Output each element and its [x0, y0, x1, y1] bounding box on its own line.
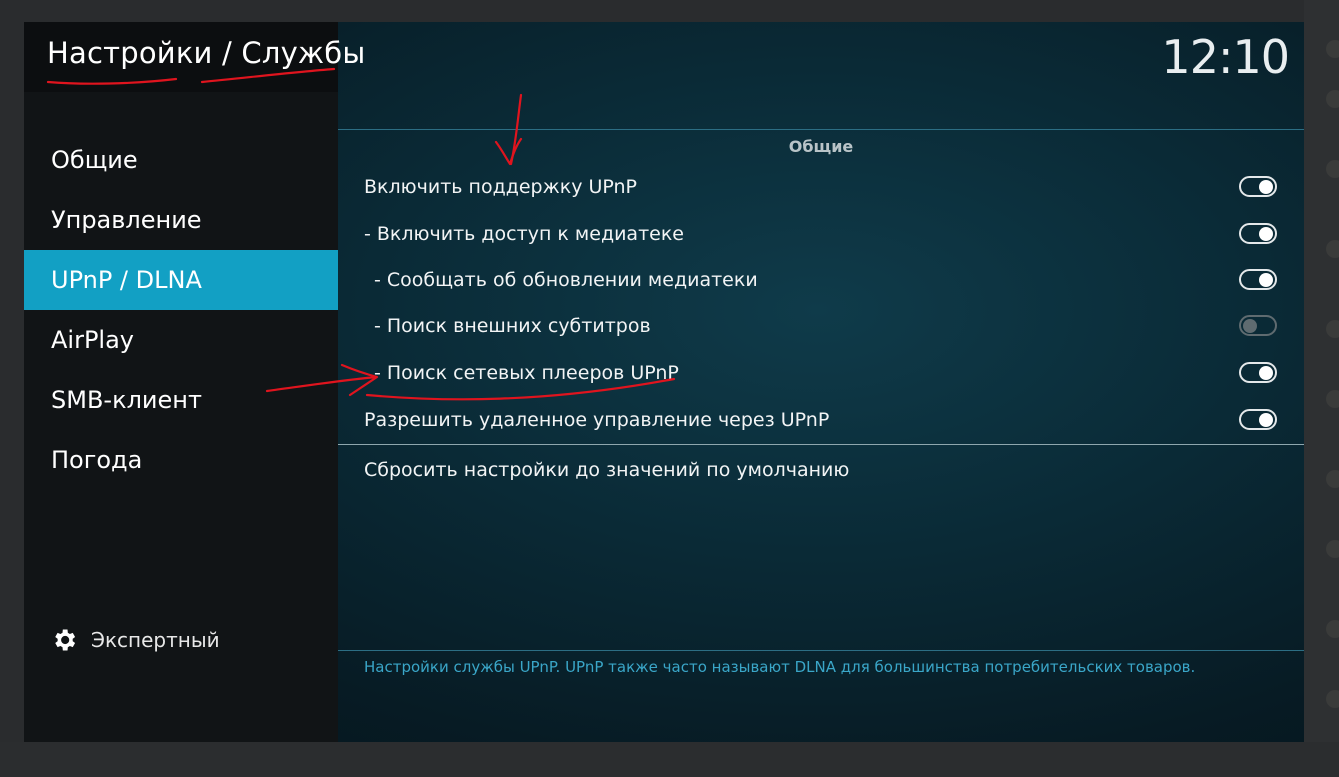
sidebar-item-4[interactable]: SMB-клиент [24, 370, 338, 430]
setting-row[interactable]: - Сообщать об обновлении медиатеки [338, 257, 1304, 303]
setting-label: - Поиск внешних субтитров [374, 315, 651, 337]
section-title: Общие [788, 137, 854, 156]
setting-row[interactable]: - Поиск внешних субтитров [338, 303, 1304, 349]
toggle-knob [1243, 319, 1257, 333]
sidebar: Общие Управление UPnP / DLNA AirPlay SMB-кли… [24, 22, 338, 742]
settings-panel: Общие Включить поддержку UPnP - Включить … [338, 22, 1304, 742]
toggle-knob [1259, 273, 1273, 287]
setting-label: Включить поддержку UPnP [364, 176, 638, 198]
section-divider-top [338, 129, 1304, 130]
setting-toggle[interactable] [1239, 223, 1277, 244]
sidebar-item-0[interactable]: Общие [24, 130, 338, 190]
setting-label: - Включить доступ к медиатеке [364, 223, 684, 245]
toggle-knob [1259, 413, 1273, 427]
reset-settings-label: Сбросить настройки до значений по умолча… [364, 459, 850, 481]
setting-toggle[interactable] [1239, 409, 1277, 430]
page-title: Настройки / Службы [47, 36, 366, 70]
toggle-knob [1259, 366, 1273, 380]
toggle-knob [1259, 180, 1273, 194]
description-divider [338, 650, 1304, 651]
setting-toggle[interactable] [1239, 315, 1277, 336]
setting-label: Разрешить удаленное управление через UPn… [364, 409, 830, 431]
setting-row[interactable]: Разрешить удаленное управление через UPn… [338, 397, 1304, 443]
setting-row[interactable]: - Включить доступ к медиатеке [338, 211, 1304, 257]
gear-icon [55, 629, 76, 651]
section-divider-bottom [338, 444, 1304, 445]
sidebar-item-2[interactable]: UPnP / DLNA [24, 250, 338, 310]
setting-row[interactable]: - Поиск сетевых плееров UPnP [338, 350, 1304, 396]
setting-toggle[interactable] [1239, 176, 1277, 197]
kodi-settings-screen: Общие Управление UPnP / DLNA AirPlay SMB-кли… [24, 22, 1304, 742]
setting-description: Настройки службы UPnP. UPnP также часто … [364, 658, 1196, 676]
setting-label: - Поиск сетевых плееров UPnP [374, 362, 679, 384]
setting-toggle[interactable] [1239, 362, 1277, 383]
background-page-right [1304, 0, 1339, 777]
settings-level-button[interactable]: Экспертный [50, 625, 220, 655]
setting-toggle[interactable] [1239, 269, 1277, 290]
sidebar-item-3[interactable]: AirPlay [24, 310, 338, 370]
setting-row[interactable]: Включить поддержку UPnP [338, 164, 1304, 210]
category-list: Общие Управление UPnP / DLNA AirPlay SMB-кли… [24, 130, 338, 490]
settings-level-label: Экспертный [91, 628, 220, 652]
sidebar-item-1[interactable]: Управление [24, 190, 338, 250]
sidebar-item-5[interactable]: Погода [24, 430, 338, 490]
setting-label: - Сообщать об обновлении медиатеки [374, 269, 758, 291]
reset-settings-button[interactable]: Сбросить настройки до значений по умолча… [338, 447, 1304, 493]
toggle-knob [1259, 227, 1273, 241]
background-page-bottom [0, 742, 1339, 777]
